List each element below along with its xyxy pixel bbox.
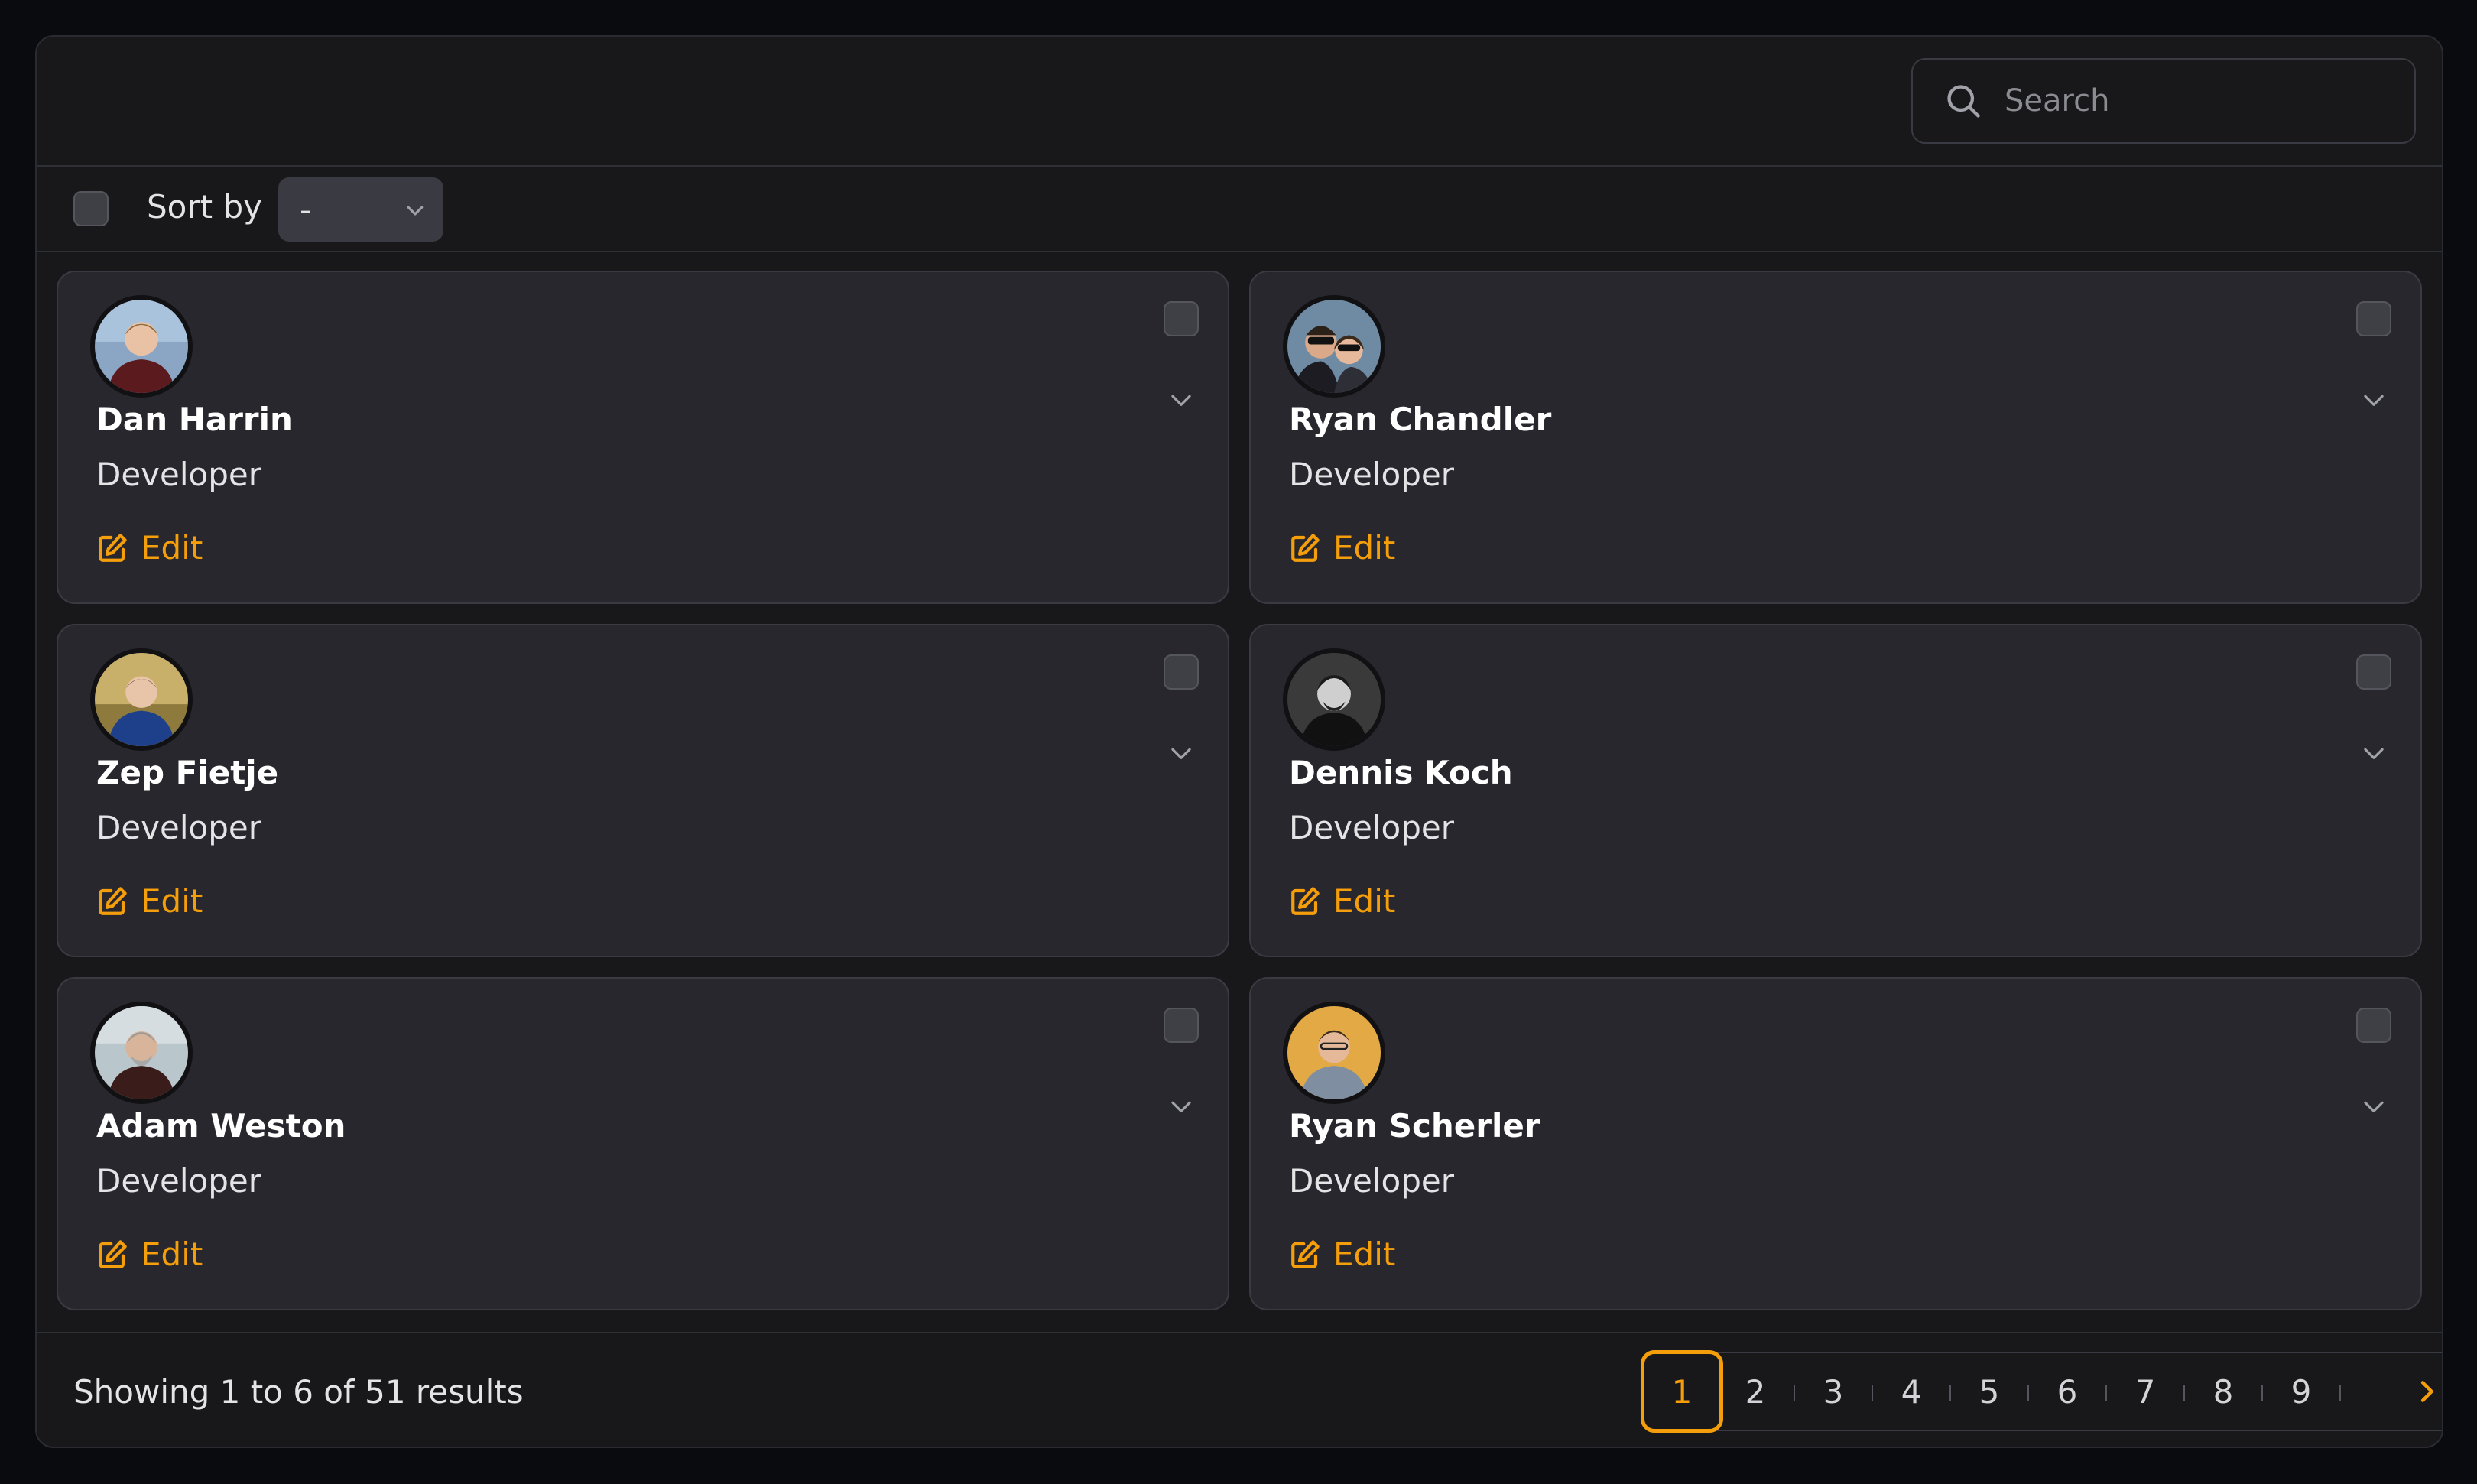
record-card: Dan Harrin Developer Edit xyxy=(57,271,1229,604)
record-card: Dennis Koch Developer Edit xyxy=(1249,624,2422,957)
edit-label: Edit xyxy=(141,1236,203,1273)
table-panel: Sort by - Dan Harrin Developer Edit Ryan… xyxy=(35,35,2443,1448)
card-role: Developer xyxy=(1289,809,1455,846)
card-role: Developer xyxy=(96,1162,262,1200)
edit-icon xyxy=(99,533,127,562)
avatar xyxy=(90,648,193,751)
card-name: Ryan Chandler xyxy=(1289,401,1552,438)
chevron-right-icon[interactable] xyxy=(2411,1376,2442,1407)
edit-label: Edit xyxy=(141,882,203,920)
row-checkbox[interactable] xyxy=(1164,301,1199,336)
page-button[interactable]: 4 xyxy=(1873,1353,1949,1430)
edit-label: Edit xyxy=(1333,882,1396,920)
page-button[interactable]: 2 xyxy=(1717,1353,1794,1430)
edit-label: Edit xyxy=(141,529,203,567)
row-checkbox[interactable] xyxy=(1164,1008,1199,1043)
record-card: Ryan Chandler Developer Edit xyxy=(1249,271,2422,604)
chevron-down-icon[interactable] xyxy=(1167,385,1196,414)
chevron-down-icon[interactable] xyxy=(1167,739,1196,768)
card-name: Ryan Scherler xyxy=(1289,1107,1540,1145)
page-button[interactable]: 7 xyxy=(2107,1353,2183,1430)
edit-label: Edit xyxy=(1333,529,1396,567)
chevron-down-icon xyxy=(407,206,424,216)
edit-icon xyxy=(99,886,127,915)
edit-label: Edit xyxy=(1333,1236,1396,1273)
pagination: 1 2 3 4 5 6 7 8 9 xyxy=(1641,1350,2442,1433)
chevron-down-icon[interactable] xyxy=(2359,385,2388,414)
record-card: Adam Weston Developer Edit xyxy=(57,977,1229,1310)
avatar xyxy=(1283,1002,1385,1104)
edit-icon xyxy=(1291,886,1320,915)
card-name: Zep Fietje xyxy=(96,754,279,791)
edit-button[interactable]: Edit xyxy=(1289,1236,1395,1273)
edit-button[interactable]: Edit xyxy=(1289,882,1395,920)
page-button[interactable]: 9 xyxy=(2263,1353,2339,1430)
chevron-down-icon[interactable] xyxy=(2359,739,2388,768)
search-input[interactable] xyxy=(2003,83,2388,119)
sort-select[interactable]: - xyxy=(278,177,443,242)
row-checkbox[interactable] xyxy=(2356,654,2391,690)
avatar xyxy=(1283,295,1385,398)
card-role: Developer xyxy=(96,456,262,493)
row-checkbox[interactable] xyxy=(2356,301,2391,336)
results-summary: Showing 1 to 6 of 51 results xyxy=(73,1373,524,1411)
sort-value: - xyxy=(300,190,312,229)
card-name: Dan Harrin xyxy=(96,401,293,438)
page-button[interactable]: 5 xyxy=(1951,1353,2027,1430)
edit-icon xyxy=(1291,533,1320,562)
edit-icon xyxy=(1291,1239,1320,1268)
avatar xyxy=(1283,648,1385,751)
avatar xyxy=(90,1002,193,1104)
edit-button[interactable]: Edit xyxy=(96,529,203,567)
chevron-down-icon[interactable] xyxy=(2359,1092,2388,1121)
row-checkbox[interactable] xyxy=(1164,654,1199,690)
header-bar xyxy=(37,37,2442,167)
card-role: Developer xyxy=(1289,456,1455,493)
page-button[interactable]: 6 xyxy=(2029,1353,2105,1430)
sort-label: Sort by xyxy=(147,188,262,226)
card-name: Adam Weston xyxy=(96,1107,346,1145)
card-role: Developer xyxy=(1289,1162,1455,1200)
page-button[interactable]: 3 xyxy=(1795,1353,1872,1430)
row-checkbox[interactable] xyxy=(2356,1008,2391,1043)
edit-icon xyxy=(99,1239,127,1268)
card-name: Dennis Koch xyxy=(1289,754,1513,791)
record-card: Ryan Scherler Developer Edit xyxy=(1249,977,2422,1310)
search-icon xyxy=(1947,85,1980,118)
edit-button[interactable]: Edit xyxy=(96,882,203,920)
select-all-checkbox[interactable] xyxy=(73,191,109,226)
avatar xyxy=(90,295,193,398)
record-card: Zep Fietje Developer Edit xyxy=(57,624,1229,957)
page-separator xyxy=(2339,1385,2341,1401)
footer: Showing 1 to 6 of 51 results 1 2 3 4 5 6… xyxy=(37,1332,2442,1447)
toolbar: Sort by - xyxy=(37,167,2442,252)
card-role: Developer xyxy=(96,809,262,846)
page-button[interactable]: 8 xyxy=(2185,1353,2261,1430)
chevron-down-icon[interactable] xyxy=(1167,1092,1196,1121)
page-button[interactable]: 1 xyxy=(1641,1350,1723,1433)
search-box[interactable] xyxy=(1911,58,2416,144)
edit-button[interactable]: Edit xyxy=(1289,529,1395,567)
edit-button[interactable]: Edit xyxy=(96,1236,203,1273)
